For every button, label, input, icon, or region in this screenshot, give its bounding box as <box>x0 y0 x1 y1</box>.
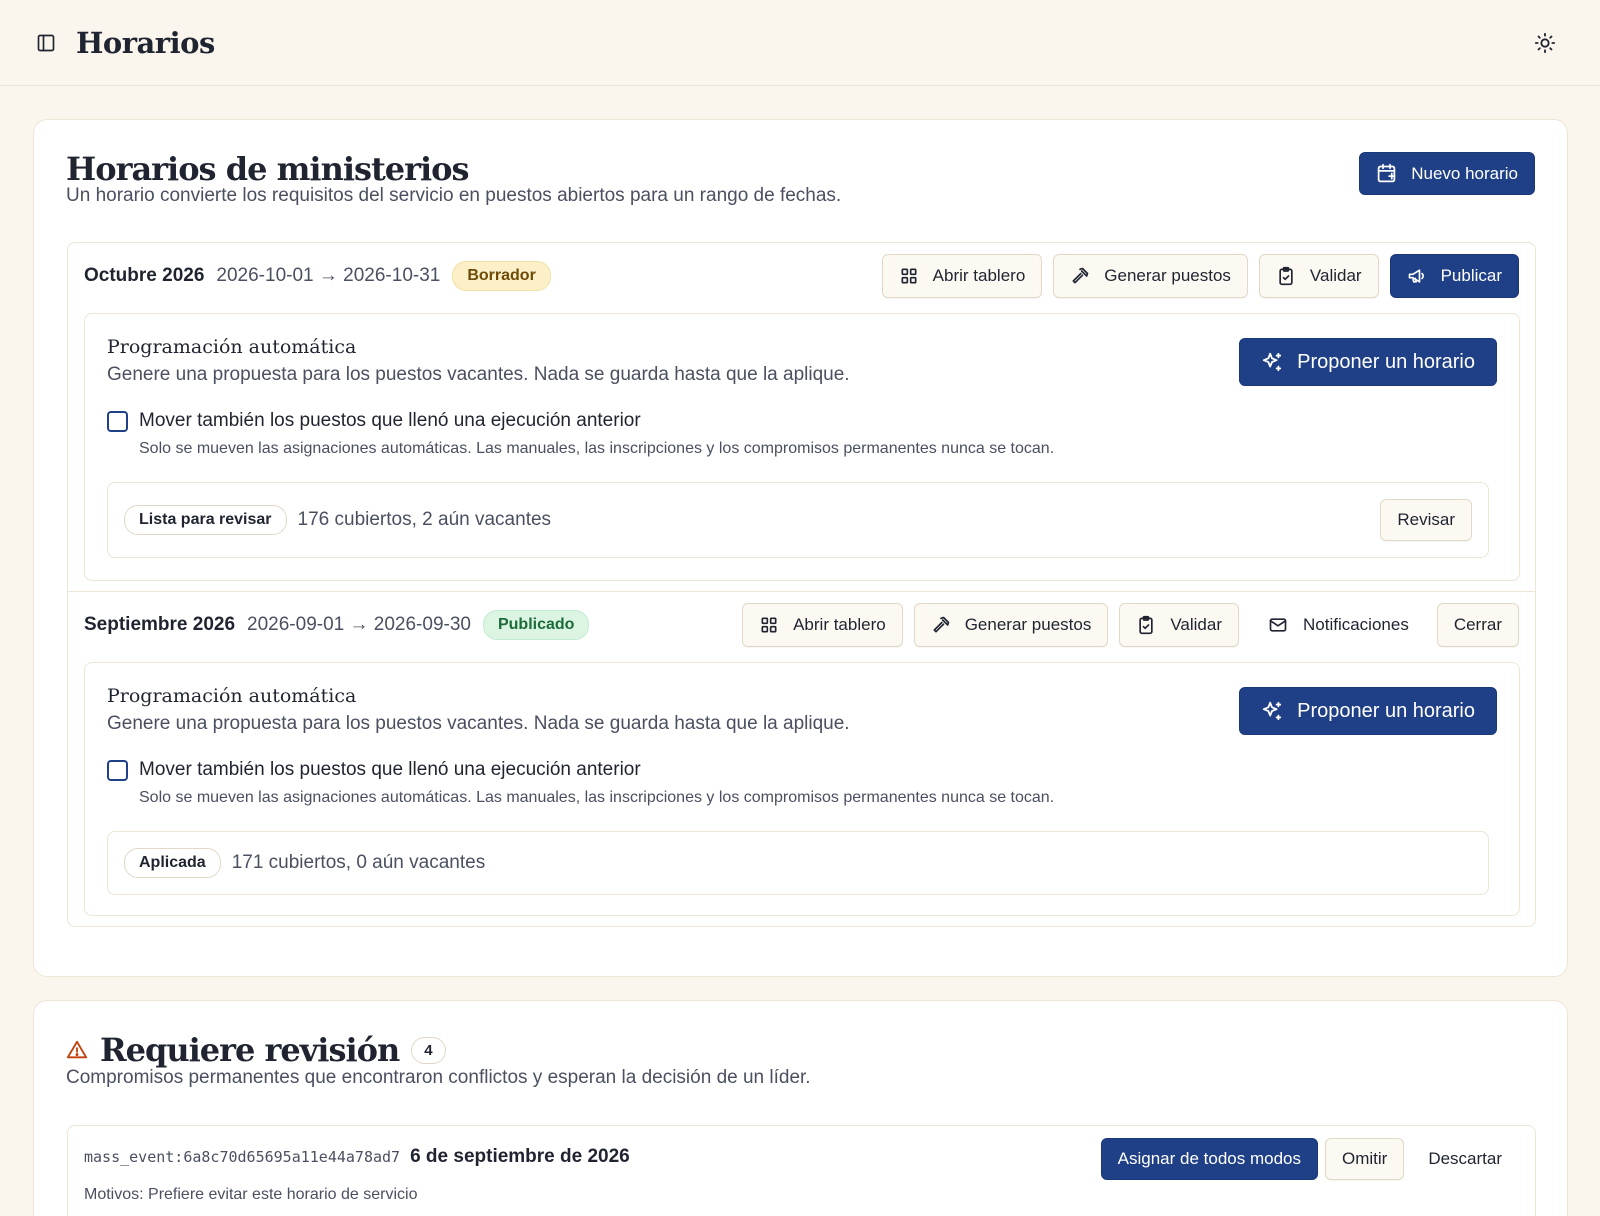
schedule-divider <box>68 591 1535 592</box>
clipboard-check-icon <box>1276 266 1296 286</box>
schedules-card: Horarios de ministerios Un horario convi… <box>33 119 1568 977</box>
review-button[interactable]: Revisar <box>1380 499 1472 541</box>
close-schedule-button[interactable]: Cerrar <box>1436 603 1519 647</box>
checkbox-label: Mover también los puestos que llenó una … <box>139 759 641 780</box>
auto-title: Programación automática <box>107 685 357 707</box>
megaphone-icon <box>1407 266 1427 286</box>
conflict-date: 6 de septiembre de 2026 <box>410 1146 630 1167</box>
conflict-id: mass_event:6a8c70d65695a11e44a78ad7 <box>84 1148 401 1166</box>
sidebar-toggle-icon[interactable] <box>36 32 58 54</box>
notifications-button[interactable]: Notificaciones <box>1250 603 1426 647</box>
generate-slots-button[interactable]: Generar puestos <box>1053 254 1248 298</box>
warning-icon <box>66 1038 90 1062</box>
result-summary: 176 cubiertos, 2 aún vacantes <box>297 509 552 530</box>
review-card: Requiere revisión 4 Compromisos permanen… <box>33 1000 1568 1216</box>
schedule-actions: Abrir tablero Generar puestos Validar No… <box>742 603 1519 647</box>
result-summary: 171 cubiertos, 0 aún vacantes <box>231 852 486 873</box>
schedule-range: 2026-10-01 → 2026-10-31 <box>216 265 441 286</box>
hammer-icon <box>931 615 951 635</box>
sparkles-icon <box>1261 700 1283 722</box>
generate-slots-button[interactable]: Generar puestos <box>913 603 1109 647</box>
review-count-badge: 4 <box>411 1036 446 1064</box>
result-status-pill: Lista para revisar <box>124 505 287 535</box>
auto-scheduling-panel: Programación automática Genere una propu… <box>84 313 1520 581</box>
move-previous-checkbox-row[interactable]: Mover también los puestos que llenó una … <box>107 410 641 432</box>
schedule-name: Septiembre 2026 <box>84 614 236 635</box>
validate-button[interactable]: Validar <box>1258 254 1379 298</box>
auto-title: Programación automática <box>107 336 357 358</box>
schedules-title: Horarios de ministerios <box>66 150 470 188</box>
sparkles-icon <box>1261 351 1283 373</box>
clipboard-check-icon <box>1136 615 1156 635</box>
review-title: Requiere revisión <box>100 1031 400 1069</box>
proposal-result: Lista para revisar 176 cubiertos, 2 aún … <box>107 482 1489 558</box>
schedule-name: Octubre 2026 <box>84 265 205 286</box>
propose-schedule-button[interactable]: Proponer un horario <box>1239 338 1497 386</box>
grid-icon <box>899 266 919 286</box>
conflict-reason: Motivos: Prefiere evitar este horario de… <box>84 1186 418 1203</box>
open-board-button[interactable]: Abrir tablero <box>881 254 1043 298</box>
conflict-item: mass_event:6a8c70d65695a11e44a78ad7 6 de… <box>67 1125 1536 1216</box>
schedule-row: Octubre 2026 2026-10-01 → 2026-10-31 Bor… <box>68 248 1535 304</box>
proposal-result: Aplicada 171 cubiertos, 0 aún vacantes <box>107 831 1489 895</box>
schedule-range: 2026-09-01 → 2026-09-30 <box>247 614 471 635</box>
schedule-row: Septiembre 2026 2026-09-01 → 2026-09-30 … <box>68 597 1535 653</box>
dismiss-button[interactable]: Descartar <box>1411 1138 1519 1180</box>
auto-scheduling-panel: Programación automática Genere una propu… <box>84 662 1520 916</box>
new-schedule-button[interactable]: Nuevo horario <box>1359 152 1535 195</box>
checkbox-label: Mover también los puestos que llenó una … <box>139 410 641 431</box>
schedules-subtitle: Un horario convierte los requisitos del … <box>66 185 842 206</box>
move-previous-checkbox-row[interactable]: Mover también los puestos que llenó una … <box>107 759 641 781</box>
move-previous-checkbox[interactable] <box>107 410 128 432</box>
validate-button[interactable]: Validar <box>1119 603 1239 647</box>
page-title: Horarios <box>76 25 215 60</box>
auto-description: Genere una propuesta para los puestos va… <box>107 713 850 734</box>
assign-anyway-button[interactable]: Asignar de todos modos <box>1100 1138 1318 1180</box>
result-status-pill: Aplicada <box>124 848 221 878</box>
schedule-list: Octubre 2026 2026-10-01 → 2026-10-31 Bor… <box>67 242 1536 927</box>
review-header: Requiere revisión 4 <box>66 1031 446 1069</box>
new-schedule-label: Nuevo horario <box>1411 163 1518 183</box>
sun-icon[interactable] <box>1534 31 1558 55</box>
checkbox-hint: Solo se mueven las asignaciones automáti… <box>139 789 1055 806</box>
status-badge: Publicado <box>482 610 590 640</box>
move-previous-checkbox[interactable] <box>107 759 128 781</box>
auto-description: Genere una propuesta para los puestos va… <box>107 364 850 385</box>
propose-schedule-button[interactable]: Proponer un horario <box>1239 687 1497 735</box>
schedule-actions: Abrir tablero Generar puestos Validar Pu… <box>881 254 1519 298</box>
open-board-button[interactable]: Abrir tablero <box>742 603 903 647</box>
calendar-plus-icon <box>1376 163 1397 184</box>
mail-icon <box>1267 615 1289 635</box>
status-badge: Borrador <box>452 261 551 291</box>
skip-button[interactable]: Omitir <box>1324 1138 1405 1180</box>
top-bar: Horarios <box>0 0 1600 86</box>
publish-button[interactable]: Publicar <box>1389 254 1519 298</box>
review-subtitle: Compromisos permanentes que encontraron … <box>66 1067 811 1088</box>
conflict-actions: Asignar de todos modos Omitir Descartar <box>1100 1138 1519 1180</box>
checkbox-hint: Solo se mueven las asignaciones automáti… <box>139 440 1055 457</box>
hammer-icon <box>1070 266 1090 286</box>
grid-icon <box>759 615 779 635</box>
